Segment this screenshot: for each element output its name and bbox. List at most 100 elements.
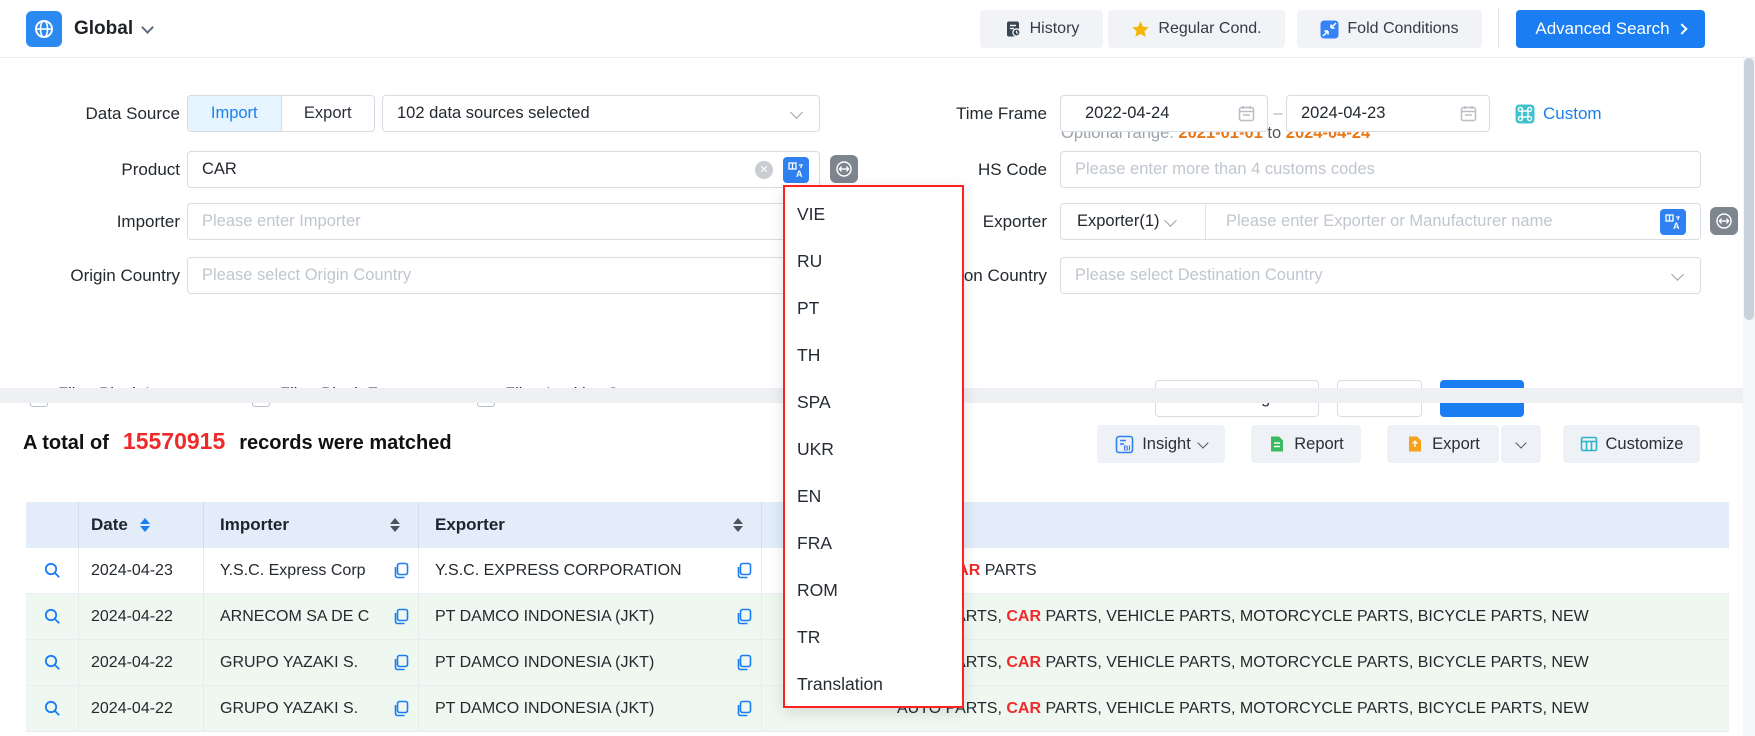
translate-icon[interactable]: A (1660, 209, 1686, 235)
origin-country-field[interactable] (202, 266, 786, 285)
product-label: Product (0, 151, 180, 188)
product-text: AUTO PARTS, CAR PARTS, VEHICLE PARTS, MO… (897, 700, 1589, 718)
export-button[interactable]: Export (1387, 425, 1499, 463)
chevron-down-icon (1671, 268, 1684, 281)
origin-country-select[interactable] (187, 257, 820, 294)
copy-icon[interactable] (735, 608, 752, 625)
report-label: Report (1294, 435, 1344, 454)
row-detail-button[interactable] (26, 594, 79, 639)
regular-conditions-label: Regular Cond. (1158, 20, 1261, 38)
page-scrollbar-thumb[interactable] (1744, 58, 1754, 320)
copy-icon[interactable] (392, 654, 409, 671)
fold-icon (1320, 20, 1339, 39)
lang-option[interactable]: Translation (785, 661, 962, 708)
product-input[interactable]: ✕ A (187, 151, 820, 188)
export-options-button[interactable] (1501, 425, 1541, 463)
row-detail-button[interactable] (26, 640, 79, 685)
lang-option[interactable]: RU (785, 238, 962, 285)
product-value[interactable] (202, 160, 745, 179)
page-scrollbar-track[interactable] (1743, 58, 1755, 736)
data-source-toggle: Import Export (187, 95, 375, 132)
header-search-column (26, 502, 79, 548)
advanced-search-button[interactable]: Advanced Search (1516, 10, 1705, 48)
chevron-right-icon (1676, 23, 1687, 34)
row-detail-button[interactable] (26, 548, 79, 593)
clear-icon[interactable]: ✕ (755, 161, 773, 179)
match-mode-icon[interactable] (830, 155, 858, 183)
row-detail-button[interactable] (26, 686, 79, 731)
lang-option[interactable]: UKR (785, 426, 962, 473)
destination-country-field[interactable] (1075, 266, 1667, 285)
data-sources-select[interactable]: 102 data sources selected (382, 95, 820, 132)
translate-language-dropdown: VIERUPTTHSPAUKRENFRAROMTRTranslation (783, 185, 964, 708)
start-date-value[interactable] (1085, 104, 1238, 123)
chevron-down-icon (1164, 214, 1177, 227)
total-count: 15570915 (123, 428, 225, 455)
importer-cell: Y.S.C. Express Corp (204, 548, 419, 593)
exporter-name[interactable]: Y.S.C. EXPRESS CORPORATION (435, 562, 682, 580)
copy-icon[interactable] (392, 700, 409, 717)
command-icon (1515, 104, 1535, 124)
lang-option[interactable]: TR (785, 614, 962, 661)
svg-text:BI: BI (1124, 445, 1131, 452)
regular-conditions-button[interactable]: Regular Cond. (1108, 10, 1285, 48)
customize-columns-icon (1580, 435, 1598, 453)
importer-name[interactable]: Y.S.C. Express Corp (220, 562, 366, 580)
region-selector[interactable]: Global (74, 0, 152, 58)
lang-option[interactable]: PT (785, 285, 962, 332)
lang-option[interactable]: TH (785, 332, 962, 379)
date-cell: 2024-04-22 (79, 640, 204, 685)
lang-option[interactable]: ROM (785, 567, 962, 614)
customize-button[interactable]: Customize (1563, 425, 1700, 463)
start-date-input[interactable] (1060, 95, 1268, 132)
insight-button[interactable]: BI Insight (1097, 425, 1225, 463)
sort-importer-control[interactable] (390, 518, 400, 532)
export-tab[interactable]: Export (281, 96, 375, 131)
custom-time-button[interactable]: Custom (1515, 95, 1602, 132)
translate-icon[interactable]: A (783, 157, 809, 183)
date-cell: 2024-04-23 (79, 548, 204, 593)
hs-code-field[interactable] (1075, 160, 1686, 179)
copy-icon[interactable] (392, 608, 409, 625)
report-button[interactable]: Report (1251, 425, 1361, 463)
export-label: Export (1432, 435, 1480, 454)
exporter-name[interactable]: PT DAMCO INDONESIA (JKT) (435, 700, 654, 718)
history-button[interactable]: History (980, 10, 1103, 48)
lang-option[interactable]: EN (785, 473, 962, 520)
destination-country-select[interactable] (1060, 257, 1701, 294)
copy-icon[interactable] (735, 562, 752, 579)
product-text: AUTO PARTS, CAR PARTS, VEHICLE PARTS, MO… (897, 608, 1589, 626)
exporter-type-select[interactable]: Exporter(1) (1061, 204, 1206, 239)
top-bar: Global History Regular Cond. Fold Condit… (0, 0, 1755, 58)
sort-date-control[interactable] (140, 518, 150, 532)
exporter-field[interactable] (1206, 212, 1660, 231)
importer-input[interactable] (187, 203, 820, 240)
report-icon (1268, 435, 1286, 453)
date-range-dash: – (1270, 95, 1286, 132)
importer-name[interactable]: ARNECOM SA DE C (220, 608, 369, 626)
lang-option[interactable]: SPA (785, 379, 962, 426)
exporter-compound-input: Exporter(1) A (1060, 203, 1701, 240)
hs-code-input[interactable] (1060, 151, 1701, 188)
export-icon (1406, 435, 1424, 453)
lang-option[interactable]: VIE (785, 191, 962, 238)
end-date-value[interactable] (1301, 104, 1460, 123)
time-frame-label: Time Frame (867, 95, 1047, 132)
lang-option[interactable]: FRA (785, 520, 962, 567)
copy-icon[interactable] (392, 562, 409, 579)
end-date-input[interactable] (1286, 95, 1490, 132)
importer-name[interactable]: GRUPO YAZAKI S. (220, 654, 358, 672)
copy-icon[interactable] (735, 700, 752, 717)
fold-conditions-button[interactable]: Fold Conditions (1297, 10, 1482, 48)
chevron-down-icon (1197, 437, 1208, 448)
total-suffix: records were matched (239, 432, 451, 455)
copy-icon[interactable] (735, 654, 752, 671)
match-mode-icon[interactable] (1710, 207, 1738, 235)
importer-field[interactable] (202, 212, 805, 231)
exporter-name[interactable]: PT DAMCO INDONESIA (JKT) (435, 654, 654, 672)
import-tab[interactable]: Import (188, 96, 281, 131)
exporter-name[interactable]: PT DAMCO INDONESIA (JKT) (435, 608, 654, 626)
header-date: Date (79, 502, 204, 548)
importer-name[interactable]: GRUPO YAZAKI S. (220, 700, 358, 718)
sort-exporter-control[interactable] (733, 518, 743, 532)
